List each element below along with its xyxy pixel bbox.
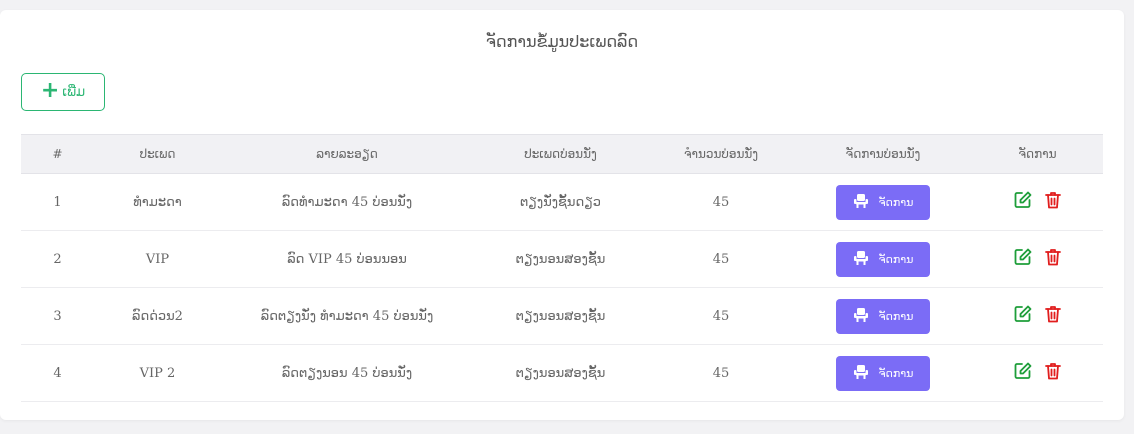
add-button[interactable]: + ເພີ່ມ xyxy=(21,73,105,111)
cell-seat-type: ຕຽງນອນສອງຊັ້ນ xyxy=(473,230,648,288)
manage-seats-button[interactable]: ຈັດການ xyxy=(836,355,930,391)
header-detail: ລາຍລະອຽດ xyxy=(221,134,473,174)
trash-icon[interactable] xyxy=(1043,190,1063,210)
cell-seat-count: 45 xyxy=(648,344,794,402)
header-actions: ຈັດການ xyxy=(972,134,1103,174)
cell-actions xyxy=(972,173,1103,231)
page-title: ຈັດການຂໍ້ມູນປະເພດລົດ xyxy=(485,32,639,51)
cell-number: 3 xyxy=(21,287,94,345)
cell-manage-seats: ຈັດການ xyxy=(794,230,972,288)
cell-type: VIP 2 xyxy=(94,344,221,402)
cell-type: ລົດດ່ວນ2 xyxy=(94,287,221,345)
cell-number: 1 xyxy=(21,173,94,231)
header-type: ປະເພດ xyxy=(94,134,221,174)
content-card: ຈັດການຂໍ້ມູນປະເພດລົດ + ເພີ່ມ # ປະເພດ ລາຍ… xyxy=(0,10,1124,420)
cell-actions xyxy=(972,230,1103,288)
edit-icon[interactable] xyxy=(1013,304,1033,324)
plus-icon: + xyxy=(40,78,60,103)
table-row: 1 ທຳມະດາ ລົດທຳມະດາ 45 ບ່ອນນັ່ງ ຕຽງນັ່ງຊັ… xyxy=(21,173,1103,231)
cell-seat-count: 45 xyxy=(648,287,794,345)
seat-icon xyxy=(853,364,869,383)
manage-seats-label: ຈັດການ xyxy=(878,366,914,380)
header-manage-seats: ຈັດການບ່ອນນັ່ງ xyxy=(794,134,972,174)
cell-seat-type: ຕຽງນອນສອງຊັ້ນ xyxy=(473,344,648,402)
manage-seats-label: ຈັດການ xyxy=(878,195,914,209)
edit-icon[interactable] xyxy=(1013,361,1033,381)
cell-manage-seats: ຈັດການ xyxy=(794,344,972,402)
manage-seats-button[interactable]: ຈັດການ xyxy=(836,298,930,334)
cell-actions xyxy=(972,287,1103,345)
table-row: 4 VIP 2 ລົດຕຽງນອນ 45 ບ່ອນນັ່ງ ຕຽງນອນສອງຊ… xyxy=(21,344,1103,402)
cell-manage-seats: ຈັດການ xyxy=(794,287,972,345)
table-header-row: # ປະເພດ ລາຍລະອຽດ ປະເພດບ່ອນນັ່ງ ຈຳນວນບ່ອນ… xyxy=(21,134,1103,174)
cell-type: ທຳມະດາ xyxy=(94,173,221,231)
cell-type: VIP xyxy=(94,230,221,288)
cell-detail: ລົດທຳມະດາ 45 ບ່ອນນັ່ງ xyxy=(221,173,473,231)
manage-seats-button[interactable]: ຈັດການ xyxy=(836,184,930,220)
manage-seats-label: ຈັດການ xyxy=(878,252,914,266)
trash-icon[interactable] xyxy=(1043,304,1063,324)
seat-icon xyxy=(853,193,869,212)
cell-seat-count: 45 xyxy=(648,230,794,288)
table-row: 2 VIP ລົດ VIP 45 ບ່ອນນອນ ຕຽງນອນສອງຊັ້ນ 4… xyxy=(21,230,1103,288)
header-seat-type: ປະເພດບ່ອນນັ່ງ xyxy=(473,134,648,174)
seat-type-table: # ປະເພດ ລາຍລະອຽດ ປະເພດບ່ອນນັ່ງ ຈຳນວນບ່ອນ… xyxy=(21,134,1103,402)
trash-icon[interactable] xyxy=(1043,361,1063,381)
edit-icon[interactable] xyxy=(1013,247,1033,267)
cell-seat-type: ຕຽງນັ່ງຊັ້ນດຽວ xyxy=(473,173,648,231)
table-row: 3 ລົດດ່ວນ2 ລົດຕຽງນັ່ງ ທຳມະດາ 45 ບ່ອນນັ່ງ… xyxy=(21,287,1103,345)
seat-icon xyxy=(853,307,869,326)
header-seat-count: ຈຳນວນບ່ອນນັ່ງ xyxy=(648,134,794,174)
add-button-label: ເພີ່ມ xyxy=(62,84,86,100)
manage-seats-label: ຈັດການ xyxy=(878,309,914,323)
trash-icon[interactable] xyxy=(1043,247,1063,267)
seat-icon xyxy=(853,250,869,269)
cell-detail: ລົດຕຽງນອນ 45 ບ່ອນນັ່ງ xyxy=(221,344,473,402)
cell-actions xyxy=(972,344,1103,402)
header-number: # xyxy=(21,134,94,174)
edit-icon[interactable] xyxy=(1013,190,1033,210)
manage-seats-button[interactable]: ຈັດການ xyxy=(836,241,930,277)
cell-seat-type: ຕຽງນອນສອງຊັ້ນ xyxy=(473,287,648,345)
cell-number: 2 xyxy=(21,230,94,288)
cell-manage-seats: ຈັດການ xyxy=(794,173,972,231)
cell-seat-count: 45 xyxy=(648,173,794,231)
cell-detail: ລົດຕຽງນັ່ງ ທຳມະດາ 45 ບ່ອນນັ່ງ xyxy=(221,287,473,345)
cell-number: 4 xyxy=(21,344,94,402)
cell-detail: ລົດ VIP 45 ບ່ອນນອນ xyxy=(221,230,473,288)
